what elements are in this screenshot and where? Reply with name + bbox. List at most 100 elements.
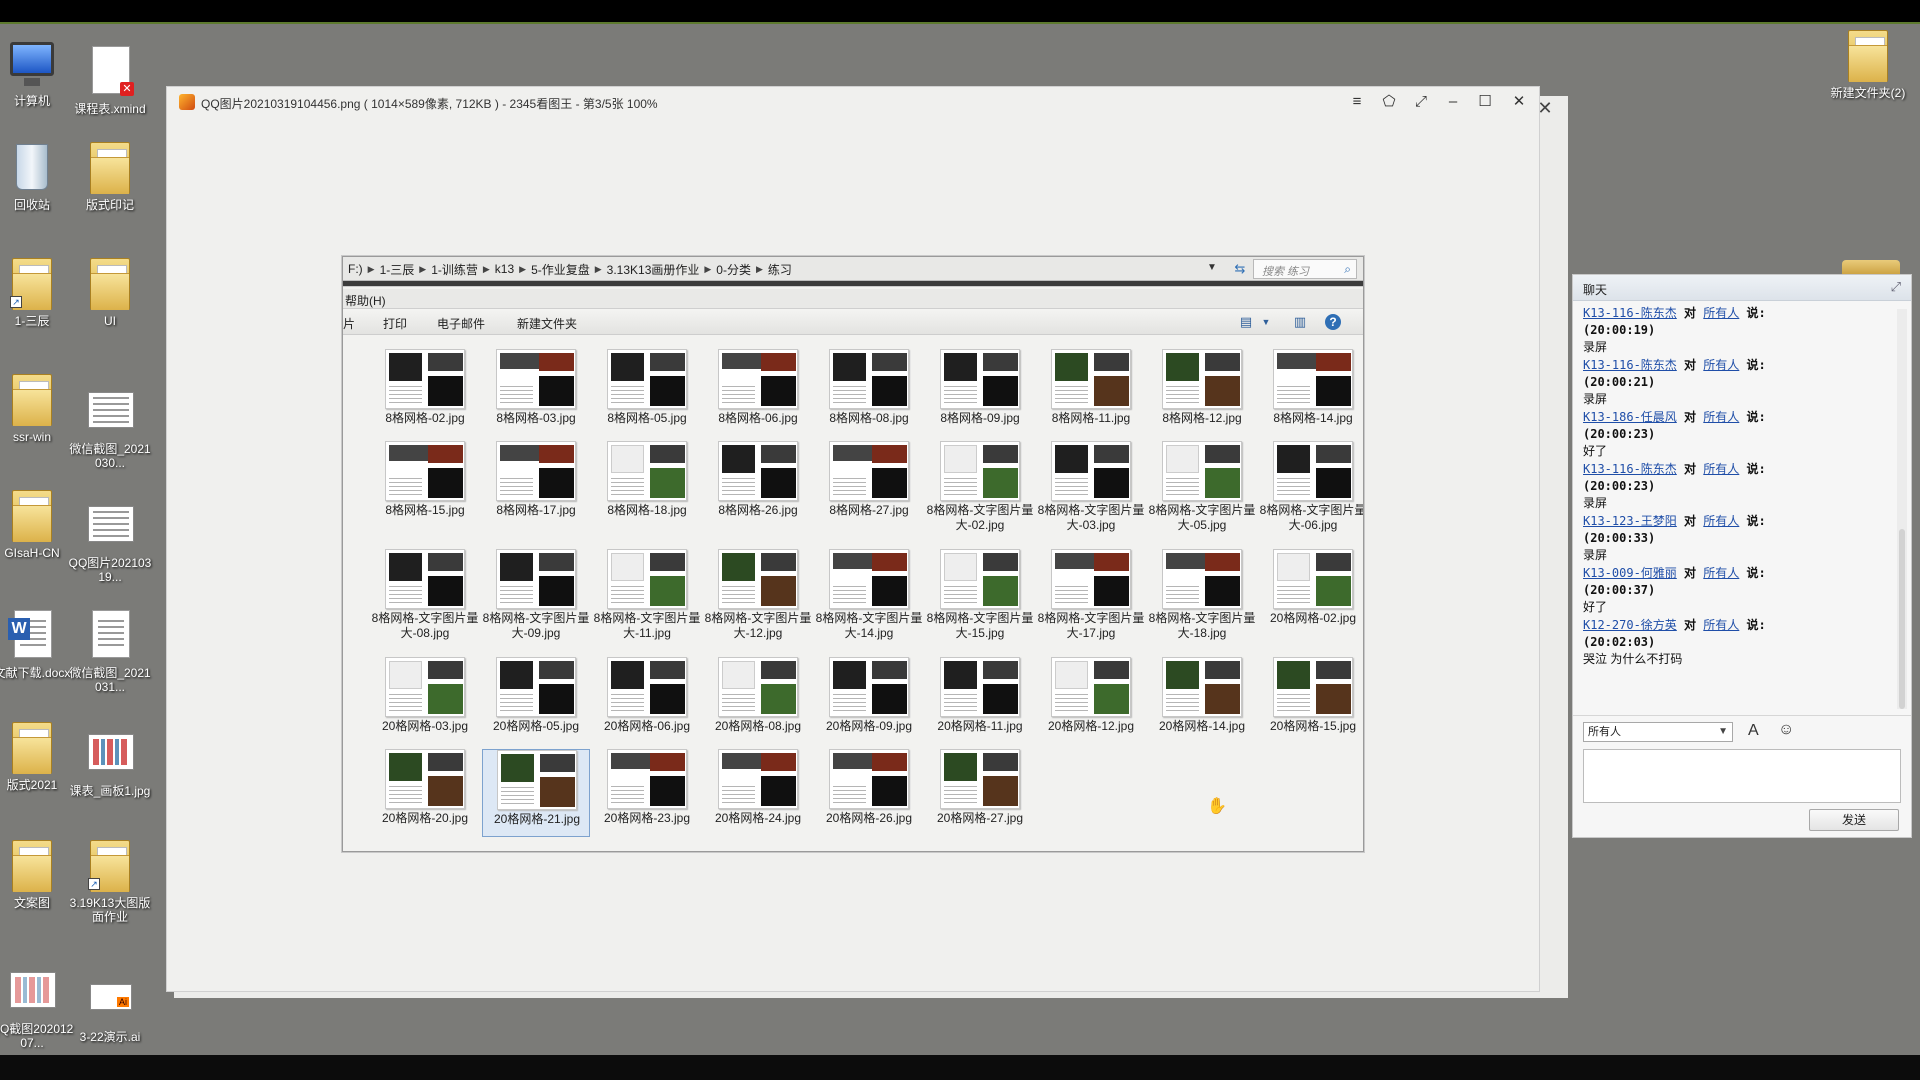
file-thumbnail[interactable]: 8格网格-文字图片量大-05.jpg bbox=[1148, 441, 1256, 532]
toolbar-email[interactable]: 电子邮件 bbox=[437, 315, 485, 332]
file-thumbnail[interactable]: 8格网格-09.jpg bbox=[926, 349, 1034, 437]
chevron-down-icon[interactable]: ▼ bbox=[1257, 313, 1275, 331]
file-thumbnail[interactable]: 8格网格-02.jpg bbox=[371, 349, 479, 437]
file-thumbnail-selected[interactable]: 20格网格-21.jpg bbox=[482, 749, 590, 837]
file-thumbnail[interactable]: 20格网格-24.jpg bbox=[704, 749, 812, 837]
desktop-icon-folder-banshi2021[interactable]: 版式2021 bbox=[0, 718, 74, 792]
file-thumbnail[interactable]: 20格网格-14.jpg bbox=[1148, 657, 1256, 745]
file-thumbnail[interactable]: 20格网格-15.jpg bbox=[1259, 657, 1363, 745]
breadcrumb-item[interactable]: F:) bbox=[343, 262, 368, 276]
chat-recipient[interactable]: 所有人 bbox=[1703, 462, 1739, 476]
chat-sender[interactable]: K13-009-何雅丽 bbox=[1583, 566, 1677, 580]
file-thumbnail[interactable]: 8格网格-17.jpg bbox=[482, 441, 590, 529]
file-thumbnail[interactable]: 8格网格-27.jpg bbox=[815, 441, 923, 529]
desktop-icon-word-doc[interactable]: W 文献下载.docx bbox=[0, 606, 74, 680]
desktop-icon-folder-ui[interactable]: UI bbox=[68, 254, 152, 328]
desktop-icon-ai-file[interactable]: 3-22演示.ai bbox=[68, 970, 152, 1044]
chat-recipient[interactable]: 所有人 bbox=[1703, 358, 1739, 372]
preview-pane-icon[interactable]: ▥ bbox=[1291, 313, 1309, 331]
desktop-icon-xmind[interactable]: ✕ 课程表.xmind bbox=[68, 42, 152, 116]
desktop-icon-computer[interactable]: 计算机 bbox=[0, 34, 74, 108]
file-thumbnail[interactable]: 8格网格-18.jpg bbox=[593, 441, 701, 529]
file-thumbnail[interactable]: 20格网格-03.jpg bbox=[371, 657, 479, 745]
desktop-icon-qq-image[interactable]: QQ图片20210319... bbox=[68, 496, 152, 584]
recipient-select[interactable]: 所有人 ▼ bbox=[1583, 722, 1733, 742]
breadcrumb-item[interactable]: 1-训练营 bbox=[426, 261, 483, 278]
desktop-icon-schedule-jpg[interactable]: 课表_画板1.jpg bbox=[68, 724, 152, 798]
file-thumbnail[interactable]: 8格网格-文字图片量大-08.jpg bbox=[371, 549, 479, 640]
file-thumbnail[interactable]: 20格网格-27.jpg bbox=[926, 749, 1034, 837]
breadcrumb-item[interactable]: 0-分类 bbox=[711, 261, 756, 278]
refresh-icon[interactable]: ⇆ bbox=[1231, 260, 1249, 278]
chevron-down-icon[interactable]: ▼ bbox=[1207, 262, 1217, 273]
file-thumbnail[interactable]: 8格网格-26.jpg bbox=[704, 441, 812, 529]
toolbar-print[interactable]: 打印 bbox=[383, 315, 407, 332]
maximize-button[interactable]: ☐ bbox=[1471, 91, 1499, 113]
chat-recipient[interactable]: 所有人 bbox=[1703, 566, 1739, 580]
search-input[interactable]: 搜索 练习 ⌕ bbox=[1253, 259, 1357, 279]
viewer-titlebar[interactable]: QQ图片20210319104456.png ( 1014×589像素, 712… bbox=[167, 87, 1539, 117]
chat-sender[interactable]: K13-186-任晨风 bbox=[1583, 410, 1677, 424]
fullscreen-button[interactable]: ⤢ bbox=[1407, 91, 1435, 113]
desktop-icon-folder-banshi[interactable]: 版式印记 bbox=[68, 138, 152, 212]
toolbar-new-folder[interactable]: 新建文件夹 bbox=[517, 315, 577, 332]
chat-recipient[interactable]: 所有人 bbox=[1703, 410, 1739, 424]
breadcrumb-item[interactable]: k13 bbox=[490, 262, 519, 276]
file-thumbnail[interactable]: 20格网格-02.jpg bbox=[1259, 549, 1363, 637]
skin-button[interactable]: ⬠ bbox=[1375, 91, 1403, 113]
emoji-icon[interactable]: ☺ bbox=[1778, 721, 1794, 739]
toolbar-share[interactable]: 片 bbox=[343, 315, 355, 332]
close-button[interactable]: ✕ bbox=[1505, 91, 1533, 113]
chat-scrollbar[interactable] bbox=[1897, 309, 1907, 709]
file-thumbnail[interactable]: 20格网格-23.jpg bbox=[593, 749, 701, 837]
breadcrumb-item[interactable]: 1-三辰 bbox=[375, 261, 420, 278]
desktop-icon-folder-wenan[interactable]: 文案图 bbox=[0, 836, 74, 910]
file-thumbnail[interactable]: 8格网格-文字图片量大-02.jpg bbox=[926, 441, 1034, 532]
file-thumbnail[interactable]: 8格网格-12.jpg bbox=[1148, 349, 1256, 437]
file-thumbnail[interactable]: 20格网格-08.jpg bbox=[704, 657, 812, 745]
file-thumbnail[interactable]: 8格网格-15.jpg bbox=[371, 441, 479, 529]
chat-recipient[interactable]: 所有人 bbox=[1703, 618, 1739, 632]
scrollbar-thumb[interactable] bbox=[1899, 529, 1905, 709]
chat-message-input[interactable] bbox=[1583, 749, 1901, 803]
search-icon[interactable]: ⌕ bbox=[1344, 262, 1351, 277]
file-thumbnail[interactable]: 20格网格-06.jpg bbox=[593, 657, 701, 745]
file-thumbnail[interactable]: 8格网格-03.jpg bbox=[482, 349, 590, 437]
desktop-icon-folder-gisah[interactable]: GIsaH-CN bbox=[0, 486, 74, 560]
file-thumbnail[interactable]: 8格网格-文字图片量大-18.jpg bbox=[1148, 549, 1256, 640]
file-thumbnail[interactable]: 8格网格-06.jpg bbox=[704, 349, 812, 437]
desktop-icon-wechat-shot-2[interactable]: 微信截图_2021031... bbox=[68, 606, 152, 694]
desktop-icon-folder-ssr[interactable]: ssr-win bbox=[0, 370, 74, 444]
chat-recipient[interactable]: 所有人 bbox=[1703, 306, 1739, 320]
chat-header[interactable]: 聊天 ⤢ bbox=[1573, 275, 1911, 301]
file-thumbnail[interactable]: 8格网格-文字图片量大-09.jpg bbox=[482, 549, 590, 640]
chat-sender[interactable]: K12-270-徐方英 bbox=[1583, 618, 1677, 632]
file-thumbnail[interactable]: 8格网格-文字图片量大-12.jpg bbox=[704, 549, 812, 640]
menu-help[interactable]: 帮助(H) bbox=[345, 292, 386, 309]
chat-sender[interactable]: K13-123-王梦阳 bbox=[1583, 514, 1677, 528]
desktop-icon-new-folder-2[interactable]: 新建文件夹(2) bbox=[1826, 26, 1910, 100]
chat-recipient[interactable]: 所有人 bbox=[1703, 514, 1739, 528]
file-thumbnail[interactable]: 8格网格-文字图片量大-06.jpg bbox=[1259, 441, 1363, 532]
file-thumbnail[interactable]: 20格网格-11.jpg bbox=[926, 657, 1034, 745]
send-button[interactable]: 发送 bbox=[1809, 809, 1899, 831]
help-icon[interactable]: ? bbox=[1325, 314, 1341, 330]
file-thumbnail[interactable]: 8格网格-14.jpg bbox=[1259, 349, 1363, 437]
file-thumbnail[interactable]: 8格网格-11.jpg bbox=[1037, 349, 1145, 437]
breadcrumb-item[interactable]: 5-作业复盘 bbox=[526, 261, 595, 278]
file-thumbnail[interactable]: 8格网格-文字图片量大-11.jpg bbox=[593, 549, 701, 640]
desktop-icon-recycle-bin[interactable]: 回收站 bbox=[0, 138, 74, 212]
breadcrumb-item[interactable]: 3.13K13画册作业 bbox=[602, 261, 705, 278]
address-bar[interactable]: F:) ▶ 1-三辰 ▶ 1-训练营 ▶ k13 ▶ 5-作业复盘 ▶ 3.13K13画册… bbox=[343, 257, 1363, 281]
desktop-icon-wechat-shot-1[interactable]: 微信截图_2021030... bbox=[68, 382, 152, 470]
minimize-button[interactable]: – bbox=[1439, 91, 1467, 113]
file-thumbnail[interactable]: 8格网格-05.jpg bbox=[593, 349, 701, 437]
view-options-icon[interactable]: ▤ bbox=[1237, 313, 1255, 331]
file-thumbnail[interactable]: 8格网格-文字图片量大-14.jpg bbox=[815, 549, 923, 640]
pin-icon[interactable]: ⤢ bbox=[1891, 279, 1901, 295]
desktop-icon-qq-screenshot[interactable]: QQ截图20201207... bbox=[0, 962, 74, 1050]
file-thumbnail[interactable]: 20格网格-09.jpg bbox=[815, 657, 923, 745]
file-thumbnail[interactable]: 20格网格-12.jpg bbox=[1037, 657, 1145, 745]
file-thumbnail[interactable]: 20格网格-26.jpg bbox=[815, 749, 923, 837]
chat-sender[interactable]: K13-116-陈东杰 bbox=[1583, 358, 1677, 372]
